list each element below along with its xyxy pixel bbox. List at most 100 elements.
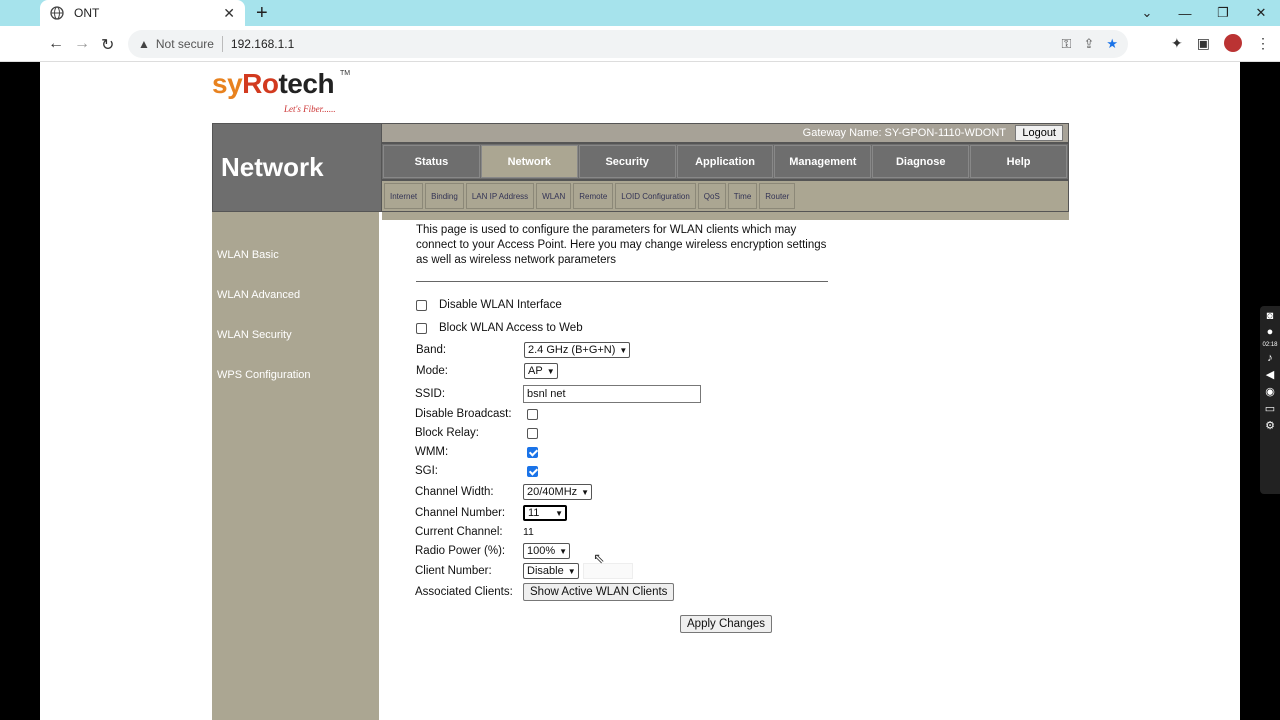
client-number-input[interactable] — [582, 563, 633, 579]
chevron-down-icon: ▼ — [581, 487, 590, 497]
share-icon[interactable]: ⇪ — [1083, 36, 1094, 52]
gear-icon[interactable]: ⚙ — [1265, 419, 1275, 432]
sidebar-item-wlan-advanced[interactable]: WLAN Advanced — [217, 289, 300, 301]
tab-management[interactable]: Management — [774, 145, 872, 178]
router-frame: Network Gateway Name: SY-GPON-1110-WDONT… — [212, 123, 1069, 720]
mode-row: Mode: AP ▼ — [416, 362, 558, 380]
logo-trademark: TM — [340, 70, 351, 77]
record-icon[interactable]: ● — [1267, 326, 1274, 338]
band-select[interactable]: 2.4 GHz (B+G+N) ▼ — [524, 342, 631, 358]
header-strip — [382, 212, 1069, 220]
key-icon[interactable]: ⚿ — [1062, 36, 1072, 52]
disable-broadcast-label: Disable Broadcast: — [415, 408, 512, 420]
address-bar[interactable]: ▲ Not secure 192.168.1.1 ⚿ ⇪ ★ — [128, 30, 1128, 58]
channel-number-label: Channel Number: — [415, 507, 506, 519]
sgi-checkbox[interactable] — [527, 465, 538, 477]
wmm-checkbox[interactable] — [527, 446, 538, 458]
subtab-wlan[interactable]: WLAN — [536, 183, 572, 209]
subtab-time[interactable]: Time — [727, 183, 758, 209]
sidebar-item-wps-configuration[interactable]: WPS Configuration — [217, 369, 311, 381]
current-channel-value: 11 — [523, 526, 534, 538]
sidebar-item-wlan-security[interactable]: WLAN Security — [217, 329, 292, 341]
security-label[interactable]: Not secure — [156, 37, 214, 51]
camera-icon[interactable]: ◙ — [1267, 310, 1274, 322]
divider — [221, 36, 223, 52]
logo-tagline: Let's Fiber...... — [284, 104, 336, 114]
wmm-row: WMM: — [415, 443, 538, 461]
sidebar: WLAN Basic WLAN Advanced WLAN Security W… — [212, 212, 379, 720]
back-arrow-icon[interactable]: ← — [48, 35, 64, 53]
main-nav: Status Network Security Application Mana… — [382, 143, 1069, 180]
channel-number-select[interactable]: 11 ▼ — [523, 505, 567, 521]
webcam-icon[interactable]: ◉ — [1265, 385, 1275, 398]
chevron-down-icon: ▼ — [546, 366, 555, 376]
avatar[interactable] — [1224, 34, 1242, 52]
browser-tab[interactable]: ONT ✕ — [40, 0, 245, 26]
disable-wlan-row: Disable WLAN Interface — [416, 296, 562, 314]
disable-wlan-checkbox[interactable] — [416, 299, 427, 311]
disable-wlan-label: Disable WLAN Interface — [439, 299, 562, 311]
subtab-remote[interactable]: Remote — [573, 183, 614, 209]
associated-clients-row: Associated Clients: Show Active WLAN Cli… — [415, 583, 675, 601]
tab-security[interactable]: Security — [578, 145, 676, 178]
subtab-router[interactable]: Router — [759, 183, 796, 209]
tab-title: ONT — [74, 6, 100, 20]
subtab-internet[interactable]: Internet — [384, 183, 424, 209]
sidebar-item-wlan-basic[interactable]: WLAN Basic — [217, 249, 279, 261]
minimize-icon[interactable]: — — [1166, 6, 1204, 21]
band-label: Band: — [416, 344, 447, 356]
url-text[interactable]: 192.168.1.1 — [231, 37, 294, 51]
block-relay-label: Block Relay: — [415, 427, 479, 439]
tab-status[interactable]: Status — [383, 145, 480, 178]
new-tab-button[interactable]: + — [256, 2, 268, 25]
speaker-icon[interactable]: ◀ — [1266, 368, 1274, 381]
block-wlan-web-checkbox[interactable] — [416, 322, 427, 334]
reload-icon[interactable]: ↻ — [101, 35, 114, 55]
side-panel-icon[interactable]: ▣ — [1197, 35, 1210, 52]
warning-icon[interactable]: ▲ — [138, 37, 150, 51]
block-relay-row: Block Relay: — [415, 424, 538, 442]
subtab-binding[interactable]: Binding — [425, 183, 464, 209]
star-icon[interactable]: ★ — [1106, 36, 1118, 52]
mode-select[interactable]: AP ▼ — [524, 363, 558, 379]
web-page: syRotech TM Let's Fiber...... Network Ga… — [40, 62, 1240, 720]
block-wlan-web-row: Block WLAN Access to Web — [416, 319, 583, 337]
apply-changes-button[interactable]: Apply Changes — [680, 615, 772, 633]
disable-broadcast-checkbox[interactable] — [527, 408, 538, 420]
client-number-select[interactable]: Disable ▼ — [523, 563, 579, 579]
band-row: Band: 2.4 GHz (B+G+N) ▼ — [416, 341, 631, 359]
microphone-icon[interactable]: ♪ — [1267, 352, 1273, 364]
section-header: Network — [212, 123, 382, 212]
toolbar-right: ✦ ▣ ⋮ — [1171, 34, 1270, 52]
block-relay-checkbox[interactable] — [527, 427, 538, 439]
window-icon[interactable]: ▭ — [1265, 402, 1275, 415]
subtab-loid-configuration[interactable]: LOID Configuration — [615, 183, 696, 209]
menu-icon[interactable]: ⋮ — [1256, 35, 1270, 52]
tab-help[interactable]: Help — [970, 145, 1068, 178]
tab-application[interactable]: Application — [676, 145, 774, 178]
extensions-icon[interactable]: ✦ — [1171, 35, 1183, 52]
subtab-lan-ip-address[interactable]: LAN IP Address — [465, 183, 535, 209]
recording-timer: 02:18 — [1262, 342, 1278, 348]
browser-tabstrip: ONT ✕ + ⌄ — ❐ ✕ — [0, 0, 1280, 26]
tab-search-icon[interactable]: ⌄ — [1128, 5, 1166, 21]
close-window-icon[interactable]: ✕ — [1242, 5, 1280, 21]
subtab-qos[interactable]: QoS — [697, 183, 726, 209]
chevron-down-icon: ▼ — [567, 566, 576, 576]
restore-icon[interactable]: ❐ — [1204, 5, 1242, 21]
logout-button[interactable]: Logout — [1015, 125, 1063, 141]
globe-icon — [50, 6, 64, 20]
tab-diagnose[interactable]: Diagnose — [872, 145, 970, 178]
channel-width-select[interactable]: 20/40MHz ▼ — [523, 484, 593, 500]
forward-arrow-icon[interactable]: → — [74, 35, 90, 53]
chevron-down-icon: ▼ — [619, 345, 628, 355]
show-active-clients-button[interactable]: Show Active WLAN Clients — [523, 583, 675, 601]
radio-power-select[interactable]: 100% ▼ — [523, 543, 571, 559]
gateway-name: Gateway Name: SY-GPON-1110-WDONT — [802, 127, 1006, 139]
close-tab-icon[interactable]: ✕ — [223, 5, 235, 22]
block-wlan-web-label: Block WLAN Access to Web — [439, 322, 583, 334]
ssid-input[interactable]: bsnl net — [523, 385, 701, 403]
omnibox-icons: ⚿ ⇪ ★ — [1062, 36, 1118, 52]
ssid-row: SSID: bsnl net — [415, 385, 701, 403]
tab-network[interactable]: Network — [480, 145, 578, 178]
